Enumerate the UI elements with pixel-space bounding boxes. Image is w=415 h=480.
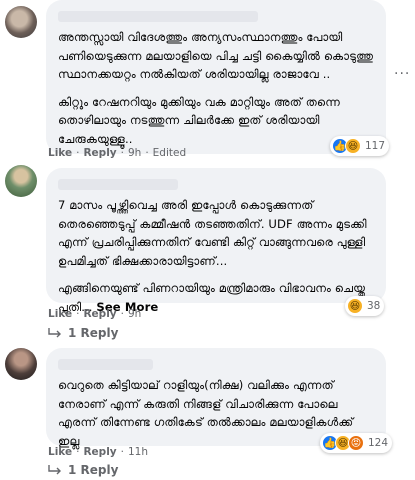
more-horizontal-icon[interactable]: ··· — [394, 66, 410, 82]
comment-text: അന്തസ്സായി വിദേശത്തും അന്യസംസ്ഥാനത്തും പ… — [58, 30, 374, 81]
reaction-summary[interactable]: 👍 😆 117 — [330, 136, 390, 156]
reaction-summary[interactable]: 😆 38 — [345, 296, 385, 316]
like-button[interactable]: Like — [48, 446, 72, 458]
reply-button[interactable]: Reply — [83, 308, 116, 320]
reply-count[interactable]: 1 Reply — [68, 463, 118, 477]
comment-actions: Like · Reply · 11h — [48, 446, 148, 458]
timestamp[interactable]: 9h — [128, 147, 141, 159]
comment-text: കിറ്റും റേഷനറിയും മുക്കിയും വക മാറ്റിയും… — [58, 94, 340, 146]
reply-button[interactable]: Reply — [83, 446, 116, 458]
reply-button[interactable]: Reply — [83, 147, 116, 159]
author-name[interactable] — [58, 11, 258, 22]
view-replies-link[interactable]: 1 Reply — [48, 326, 118, 340]
comment-actions: Like · Reply · 9h — [48, 308, 142, 320]
avatar[interactable] — [5, 165, 37, 197]
author-name[interactable] — [58, 179, 178, 190]
haha-icon: 😆 — [345, 138, 361, 154]
avatar[interactable] — [5, 6, 37, 38]
timestamp[interactable]: 9h — [128, 308, 141, 320]
reply-arrow-icon — [48, 328, 62, 338]
author-name[interactable] — [58, 359, 153, 370]
reply-count[interactable]: 1 Reply — [68, 326, 118, 340]
haha-icon: 😆 — [347, 298, 363, 314]
reaction-summary[interactable]: 👍 😆 😡 124 — [320, 433, 393, 453]
view-replies-link[interactable]: 1 Reply — [48, 463, 118, 477]
reply-arrow-icon — [48, 465, 62, 475]
edited-label: Edited — [152, 147, 187, 159]
comment-bubble: 7 മാസം പൂഴ്ത്തിവെച്ച അരി ഇപ്പോൾ കൊടുക്കു… — [46, 168, 386, 314]
timestamp[interactable]: 11h — [128, 446, 148, 458]
reaction-count: 124 — [368, 437, 389, 449]
avatar[interactable] — [5, 348, 37, 380]
angry-icon: 😡 — [348, 435, 364, 451]
comment-actions: Like · Reply · 9h · Edited — [48, 147, 187, 159]
comment-bubble: അന്തസ്സായി വിദേശത്തും അന്യസംസ്ഥാനത്തും പ… — [46, 0, 386, 154]
reaction-count: 117 — [365, 140, 386, 152]
comment-bubble: വെറുതെ കിട്ടിയാല് റാളിയും(നിക്ഷ) വലിക്കു… — [46, 348, 386, 448]
like-button[interactable]: Like — [48, 147, 72, 159]
comment-text: 7 മാസം പൂഴ്ത്തിവെച്ച അരി ഇപ്പോൾ കൊടുക്കു… — [58, 198, 367, 268]
like-button[interactable]: Like — [48, 308, 72, 320]
reaction-count: 38 — [367, 300, 381, 312]
